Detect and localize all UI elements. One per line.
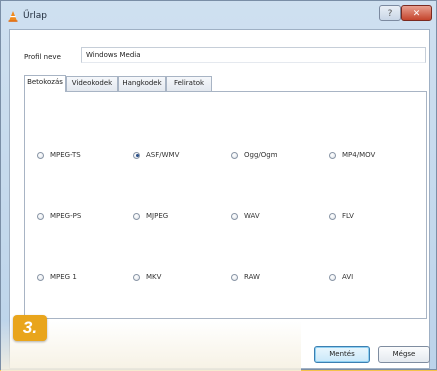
radio-label: MPEG-PS xyxy=(50,212,82,220)
radio-indicator xyxy=(37,273,44,281)
encapsulation-panel: MPEG-TS ASF/WMV Ogg/Ogm MP4/MOV MPEG-PS … xyxy=(24,91,427,319)
radio-label: WAV xyxy=(244,212,260,220)
radio-ogg-ogm[interactable]: Ogg/Ogm xyxy=(231,149,278,161)
radio-indicator xyxy=(231,151,238,159)
save-button[interactable]: Mentés xyxy=(314,346,370,363)
radio-indicator xyxy=(133,273,140,281)
radio-indicator-checked xyxy=(133,151,140,159)
radio-label: Ogg/Ogm xyxy=(244,151,278,159)
radio-mp4-mov[interactable]: MP4/MOV xyxy=(329,149,375,161)
help-button[interactable]: ? xyxy=(379,5,401,21)
radio-indicator xyxy=(231,273,238,281)
tab-subtitles[interactable]: Feliratok xyxy=(166,76,212,91)
dialog-window: Űrlap ? ✕ Profil neve Windows Media Beto… xyxy=(0,0,437,371)
radio-indicator xyxy=(37,151,44,159)
radio-label: MJPEG xyxy=(146,212,169,220)
radio-mjpeg[interactable]: MJPEG xyxy=(133,210,168,222)
radio-indicator xyxy=(329,273,336,281)
profile-name-label: Profil neve xyxy=(24,53,61,61)
step-number-badge: 3. xyxy=(13,315,47,341)
radio-indicator xyxy=(329,151,336,159)
radio-asf-wmv[interactable]: ASF/WMV xyxy=(133,149,179,161)
radio-mpeg-ts[interactable]: MPEG-TS xyxy=(37,149,81,161)
radio-indicator xyxy=(329,212,336,220)
radio-indicator xyxy=(133,212,140,220)
tab-video-codec[interactable]: Videokodek xyxy=(66,76,118,91)
radio-mpeg-1[interactable]: MPEG 1 xyxy=(37,271,77,283)
radio-indicator xyxy=(231,212,238,220)
radio-label: AVI xyxy=(342,273,354,281)
radio-avi[interactable]: AVI xyxy=(329,271,353,283)
close-button[interactable]: ✕ xyxy=(401,5,432,21)
tab-encapsulation[interactable]: Betokozás xyxy=(24,75,66,92)
radio-flv[interactable]: FLV xyxy=(329,210,354,222)
radio-label: RAW xyxy=(244,273,260,281)
window-title: Űrlap xyxy=(23,11,48,21)
radio-label: FLV xyxy=(342,212,354,220)
vlc-cone-icon xyxy=(8,11,18,22)
cancel-button[interactable]: Mégse xyxy=(378,346,430,363)
radio-indicator xyxy=(37,212,44,220)
radio-mpeg-ps[interactable]: MPEG-PS xyxy=(37,210,81,222)
radio-label: MPEG 1 xyxy=(50,273,77,281)
radio-label: MPEG-TS xyxy=(50,151,81,159)
radio-mkv[interactable]: MKV xyxy=(133,271,161,283)
radio-label: MP4/MOV xyxy=(342,151,376,159)
radio-raw[interactable]: RAW xyxy=(231,271,260,283)
profile-name-input[interactable]: Windows Media xyxy=(81,47,426,63)
title-bar[interactable]: Űrlap ? ✕ xyxy=(1,1,437,29)
radio-wav[interactable]: WAV xyxy=(231,210,260,222)
tab-audio-codec[interactable]: Hangkodek xyxy=(118,76,166,91)
radio-label: ASF/WMV xyxy=(146,151,180,159)
radio-label: MKV xyxy=(146,273,162,281)
